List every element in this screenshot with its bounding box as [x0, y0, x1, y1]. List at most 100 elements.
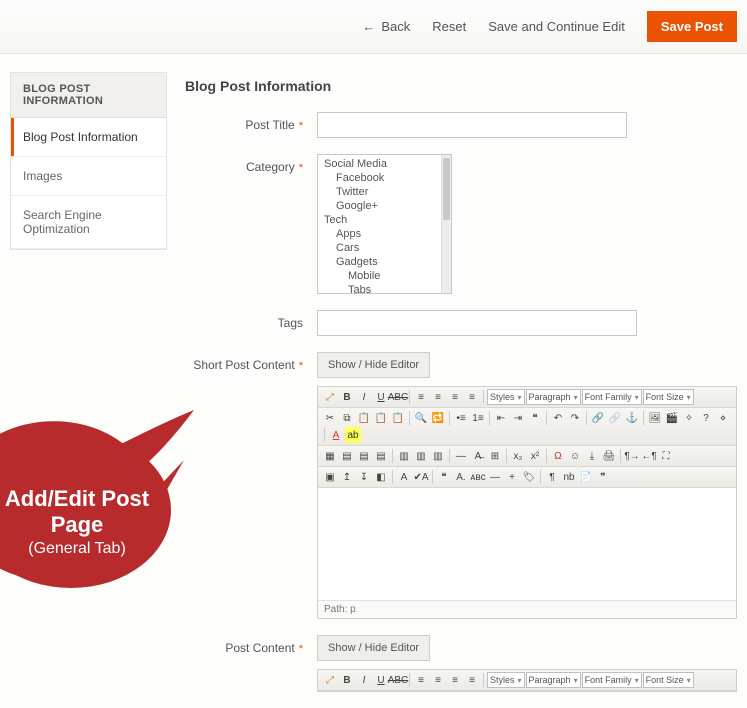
blockquote2-icon[interactable]: ❞: [595, 469, 611, 485]
align-right-icon[interactable]: ≡: [447, 672, 463, 688]
backcolor-icon[interactable]: ab: [345, 427, 361, 443]
ltr-icon[interactable]: ¶→: [624, 448, 640, 464]
bullet-list-icon[interactable]: •≡: [453, 410, 469, 426]
help-icon[interactable]: ?: [698, 410, 714, 426]
category-option[interactable]: Facebook: [318, 171, 441, 185]
cleanup-icon[interactable]: ✧: [681, 410, 697, 426]
table-row-before-icon[interactable]: ▤: [339, 448, 355, 464]
cut-icon[interactable]: ✂: [322, 410, 338, 426]
category-option[interactable]: Google+: [318, 199, 441, 213]
emoticon-icon[interactable]: ☺: [567, 448, 583, 464]
replace-icon[interactable]: 🔁: [430, 410, 446, 426]
table-delete-row-icon[interactable]: ▤: [373, 448, 389, 464]
align-left-icon[interactable]: ≡: [413, 389, 429, 405]
layer-backward-icon[interactable]: ↧: [356, 469, 372, 485]
align-left-icon[interactable]: ≡: [413, 672, 429, 688]
bold-icon[interactable]: B: [339, 672, 355, 688]
undo-icon[interactable]: ↶: [550, 410, 566, 426]
remove-format-icon[interactable]: A̶: [470, 448, 486, 464]
font-family-select[interactable]: Font Family▾: [582, 389, 642, 405]
save-continue-button[interactable]: Save and Continue Edit: [488, 19, 625, 34]
attribs-icon[interactable]: 🏷: [521, 469, 537, 485]
font-size-select[interactable]: Font Size▾: [643, 389, 694, 405]
abbr-icon[interactable]: A.: [453, 469, 469, 485]
strike-icon[interactable]: ABC: [390, 672, 406, 688]
font-family-select[interactable]: Font Family▾: [582, 672, 642, 688]
align-justify-icon[interactable]: ≡: [464, 389, 480, 405]
table-col-before-icon[interactable]: ▥: [396, 448, 412, 464]
short-content-textarea[interactable]: [318, 488, 736, 600]
sidebar-item-seo[interactable]: Search Engine Optimization: [11, 196, 166, 249]
category-option[interactable]: Social Media: [318, 157, 441, 171]
underline-icon[interactable]: U: [373, 389, 389, 405]
italic-icon[interactable]: I: [356, 672, 372, 688]
sidebar-item-blog-post-information[interactable]: Blog Post Information: [11, 118, 166, 157]
back-button[interactable]: ← Back: [362, 19, 410, 34]
sidebar-item-images[interactable]: Images: [11, 157, 166, 196]
align-center-icon[interactable]: ≡: [430, 389, 446, 405]
category-select[interactable]: Social Media Facebook Twitter Google+ Te…: [317, 154, 452, 294]
font-size-select[interactable]: Font Size▾: [643, 672, 694, 688]
save-button[interactable]: Save Post: [647, 11, 737, 42]
subscript-icon[interactable]: x₂: [510, 448, 526, 464]
number-list-icon[interactable]: 1≡: [470, 410, 486, 426]
indent-icon[interactable]: ⇥: [510, 410, 526, 426]
expand-icon[interactable]: ⤢: [322, 389, 338, 405]
scrollbar[interactable]: [441, 155, 451, 293]
unlink-icon[interactable]: 🔗: [607, 410, 623, 426]
code-icon[interactable]: ⋄: [715, 410, 731, 426]
paste-icon[interactable]: 📋: [356, 410, 372, 426]
link-icon[interactable]: 🔗: [590, 410, 606, 426]
underline-icon[interactable]: U: [373, 672, 389, 688]
template-icon[interactable]: 📄: [578, 469, 594, 485]
image-icon[interactable]: 🖼: [647, 410, 663, 426]
category-option[interactable]: Tabs: [318, 283, 441, 293]
outdent-icon[interactable]: ⇤: [493, 410, 509, 426]
visual-aid-icon[interactable]: ⊞: [487, 448, 503, 464]
content-toggle-button[interactable]: Show / Hide Editor: [317, 635, 430, 661]
align-right-icon[interactable]: ≡: [447, 389, 463, 405]
paste-word-icon[interactable]: 📋: [390, 410, 406, 426]
media-icon[interactable]: 🎬: [664, 410, 680, 426]
paragraph-select[interactable]: Paragraph▾: [526, 389, 581, 405]
bold-icon[interactable]: B: [339, 389, 355, 405]
styles-select[interactable]: Styles▾: [487, 389, 525, 405]
category-option[interactable]: Twitter: [318, 185, 441, 199]
styles-select[interactable]: Styles▾: [487, 672, 525, 688]
tags-input[interactable]: [317, 310, 637, 336]
copy-icon[interactable]: ⧉: [339, 410, 355, 426]
reset-button[interactable]: Reset: [432, 19, 466, 34]
expand-icon[interactable]: ⤢: [322, 672, 338, 688]
align-center-icon[interactable]: ≡: [430, 672, 446, 688]
category-option[interactable]: Gadgets: [318, 255, 441, 269]
layer-abs-icon[interactable]: ◧: [373, 469, 389, 485]
category-option[interactable]: Mobile: [318, 269, 441, 283]
special-char-icon[interactable]: Ω: [550, 448, 566, 464]
italic-icon[interactable]: I: [356, 389, 372, 405]
post-title-input[interactable]: [317, 112, 627, 138]
spellcheck-icon[interactable]: ✔A: [413, 469, 429, 485]
visualchars-icon[interactable]: ¶: [544, 469, 560, 485]
hr-icon[interactable]: —: [453, 448, 469, 464]
table-delete-col-icon[interactable]: ▥: [430, 448, 446, 464]
paste-text-icon[interactable]: 📋: [373, 410, 389, 426]
pagebreak-icon[interactable]: ⤓: [584, 448, 600, 464]
align-justify-icon[interactable]: ≡: [464, 672, 480, 688]
superscript-icon[interactable]: x²: [527, 448, 543, 464]
category-option[interactable]: Apps: [318, 227, 441, 241]
layer-forward-icon[interactable]: ↥: [339, 469, 355, 485]
fullscreen-icon[interactable]: ⛶: [658, 448, 674, 464]
nonbreaking-icon[interactable]: nb: [561, 469, 577, 485]
acronym-icon[interactable]: ᴀʙᴄ: [470, 469, 486, 485]
styleprops-icon[interactable]: A: [396, 469, 412, 485]
forecolor-icon[interactable]: A: [328, 427, 344, 443]
table-icon[interactable]: ▦: [322, 448, 338, 464]
blockquote-icon[interactable]: ❝: [527, 410, 543, 426]
short-content-toggle-button[interactable]: Show / Hide Editor: [317, 352, 430, 378]
find-icon[interactable]: 🔍: [413, 410, 429, 426]
print-icon[interactable]: 🖨: [601, 448, 617, 464]
redo-icon[interactable]: ↷: [567, 410, 583, 426]
cite-icon[interactable]: ❝: [436, 469, 452, 485]
rtl-icon[interactable]: ←¶: [641, 448, 657, 464]
category-option[interactable]: Cars: [318, 241, 441, 255]
